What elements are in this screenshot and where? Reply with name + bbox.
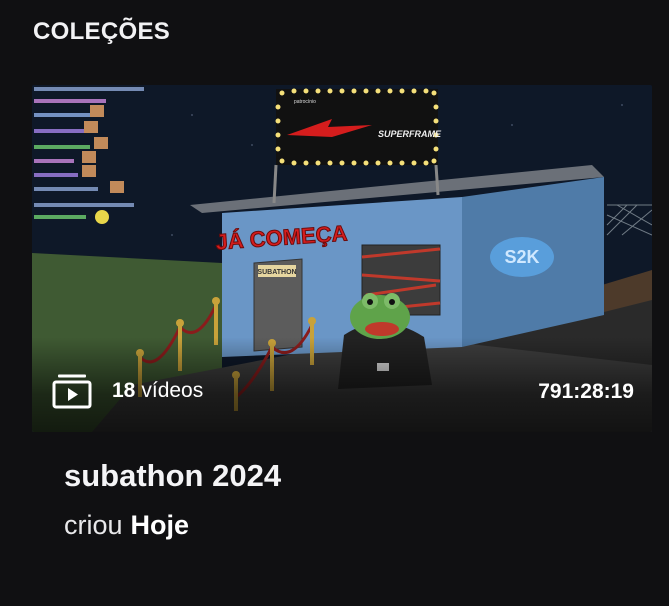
collection-duration: 791:28:19 (538, 380, 634, 403)
door-sign-text: SUBATHON (257, 269, 296, 276)
playlist-play-icon (52, 374, 92, 409)
graffiti-text: S2K (504, 247, 539, 267)
video-count-label: vídeos (141, 379, 204, 402)
collection-title[interactable]: subathon 2024 (64, 458, 281, 494)
video-count-number: 18 (112, 379, 136, 402)
section-title: COLEÇÕES (33, 18, 171, 45)
marquee-small-text: patrocínio (294, 99, 316, 105)
marquee-brand-text: SUPERFRAME (378, 129, 442, 139)
collection-card[interactable]: SUBATHON JÁ COMEÇA S2K patrocínio SUPERF… (32, 85, 652, 432)
collection-created: criou Hoje (64, 510, 189, 541)
video-count: 18 vídeos (52, 373, 203, 409)
created-value: Hoje (130, 510, 190, 540)
created-label: criou (64, 510, 123, 540)
